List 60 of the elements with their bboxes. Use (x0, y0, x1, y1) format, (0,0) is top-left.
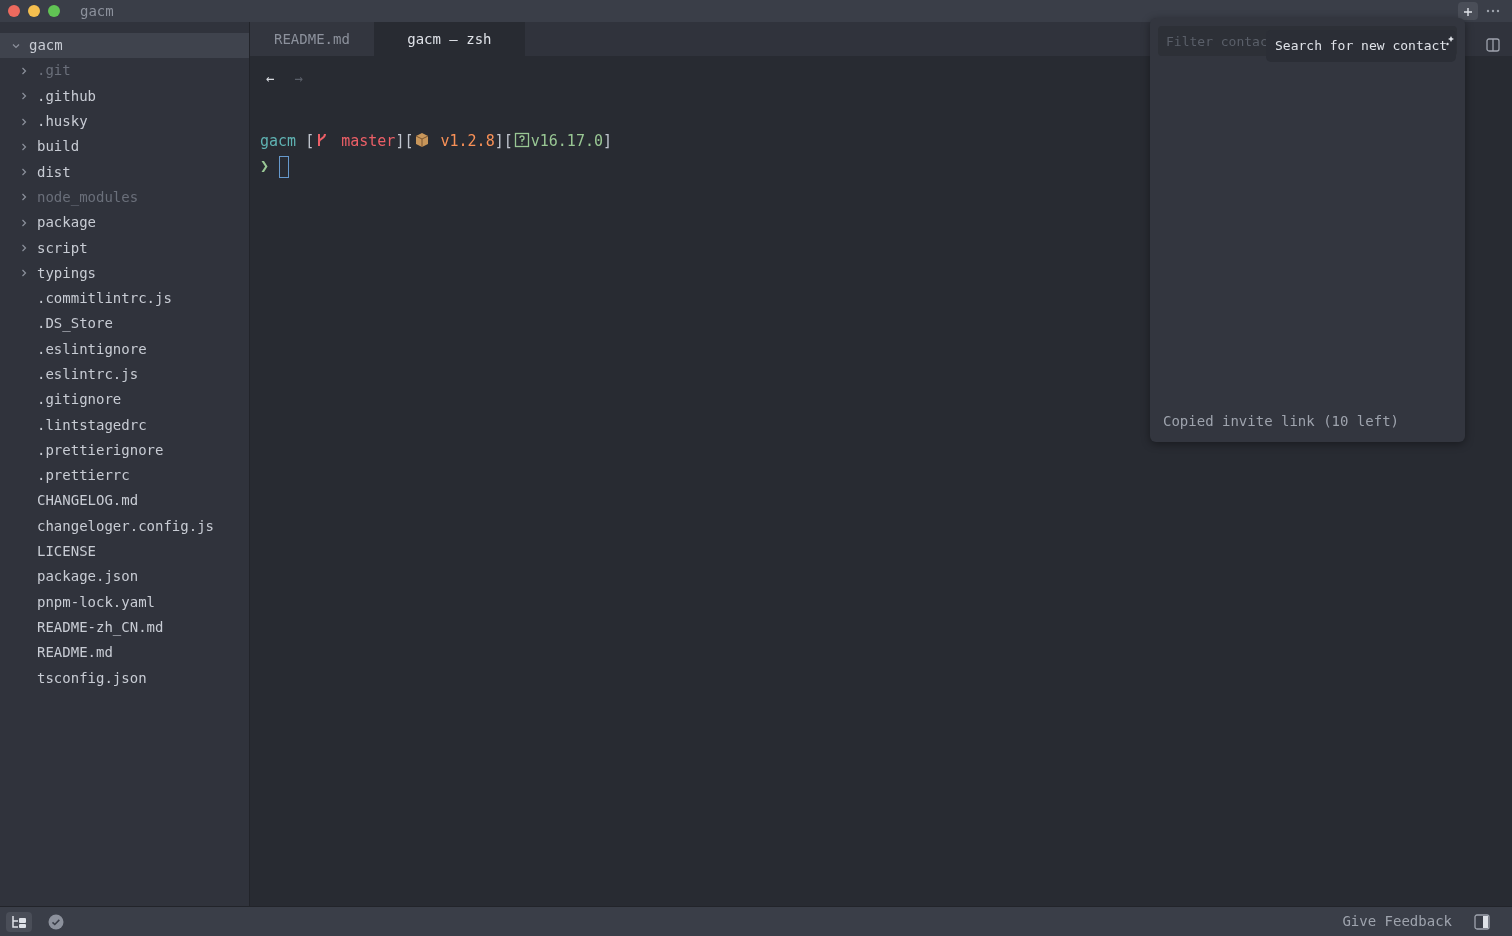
chevron-icon (19, 268, 29, 279)
tree-item[interactable]: LICENSE (0, 538, 249, 565)
tree-item[interactable]: .commitlintrc.js (0, 285, 249, 312)
tree-item[interactable]: .eslintignore (0, 336, 249, 362)
tree-item[interactable]: .prettierignore (0, 437, 249, 464)
chevron-icon (19, 217, 29, 228)
tree-item[interactable]: build (0, 134, 249, 160)
tree-item[interactable]: .eslintrc.js (0, 361, 249, 388)
chevron-icon (19, 192, 29, 203)
prompt-text: ] (603, 132, 613, 150)
prompt-text: v1.2.8 (439, 132, 495, 150)
tree-item[interactable]: package.json (0, 564, 249, 590)
tree-item[interactable]: script (0, 235, 249, 261)
tree-item[interactable]: .github (0, 83, 249, 109)
chevron-icon (19, 141, 29, 152)
sidebar-toggle-icon[interactable] (1474, 913, 1490, 930)
tree-item[interactable]: .lintstagedrc (0, 412, 249, 438)
tab[interactable]: gacm — zsh (374, 22, 525, 56)
status-message: Copied invite link (10 left) (1162, 412, 1400, 431)
tree-item[interactable]: gacm (0, 33, 249, 59)
chevron-icon (19, 167, 29, 178)
prompt-text: ][ (494, 132, 513, 150)
chevron-icon (19, 65, 29, 76)
give-feedback-button[interactable]: Give Feedback (1336, 910, 1458, 933)
prompt-text: gacm (260, 132, 297, 150)
prompt-text: master (340, 132, 396, 150)
chevron-icon (19, 91, 29, 102)
back-button[interactable]: ← (266, 68, 275, 89)
tree-item[interactable]: CHANGELOG.md (0, 488, 249, 514)
more-icon[interactable] (1486, 9, 1500, 13)
minimize-button[interactable] (28, 5, 40, 17)
tree-item[interactable]: .DS_Store (0, 311, 249, 337)
project-panel-button[interactable] (6, 911, 32, 932)
chevron-icon (19, 116, 29, 127)
chevron-icon (19, 243, 29, 253)
tree-item[interactable]: pnpm-lock.yaml (0, 589, 249, 615)
tree-item[interactable]: .prettierrc (0, 463, 249, 489)
zoom-button[interactable] (48, 5, 60, 17)
sparkle-icon (1446, 36, 1454, 46)
plus-icon (1463, 7, 1473, 17)
window-title: gacm (80, 1, 114, 21)
tree-item[interactable]: .husky (0, 108, 249, 135)
tree-item[interactable]: package (0, 210, 249, 236)
prompt-text: [ (304, 132, 315, 150)
tree-item[interactable]: .gitignore (0, 387, 249, 413)
tree-item[interactable]: README-zh_CN.md (0, 614, 249, 641)
split-view-icon[interactable] (1486, 37, 1500, 52)
plus-button[interactable] (1458, 2, 1478, 20)
tree-item[interactable]: typings (0, 260, 249, 286)
tree-item[interactable]: changeloger.config.js (0, 513, 249, 539)
close-button[interactable] (8, 5, 20, 17)
check-circle-icon[interactable] (48, 913, 64, 930)
prompt-text: v16.17.0 (530, 132, 603, 150)
tree-item[interactable]: dist (0, 159, 249, 185)
tree-item[interactable]: tsconfig.json (0, 665, 249, 691)
file-tree-icon (11, 914, 27, 929)
prompt-symbol: ❯ (260, 157, 270, 175)
tree-item[interactable]: README.md (0, 640, 249, 666)
text-cursor (279, 155, 290, 178)
prompt-text: ][ (395, 132, 414, 150)
